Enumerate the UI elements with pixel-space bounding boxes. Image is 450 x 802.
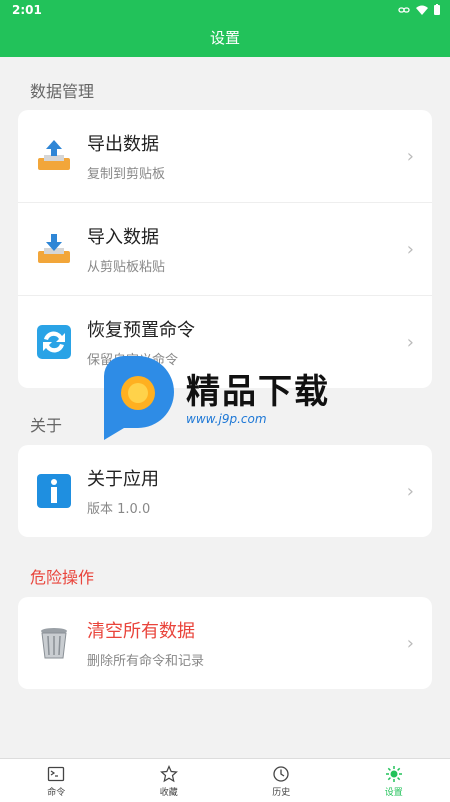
clear-title: 清空所有数据 bbox=[87, 617, 195, 643]
chevron-right-icon: › bbox=[407, 239, 414, 260]
section-title-danger: 危险操作 bbox=[30, 564, 94, 588]
nav-history-label: 历史 bbox=[272, 788, 290, 798]
nav-commands[interactable]: 命令 bbox=[0, 759, 113, 802]
export-icon bbox=[36, 138, 72, 174]
chevron-right-icon: › bbox=[407, 481, 414, 502]
trash-icon bbox=[36, 625, 72, 661]
status-bar: 2:01 bbox=[0, 0, 450, 20]
nav-settings[interactable]: 设置 bbox=[338, 759, 450, 802]
nav-favorites-label: 收藏 bbox=[160, 788, 178, 798]
terminal-icon bbox=[47, 765, 65, 783]
chevron-right-icon: › bbox=[407, 633, 414, 654]
section-title-about: 关于 bbox=[30, 412, 62, 436]
about-card: 关于应用 版本 1.0.0 › bbox=[18, 445, 432, 537]
import-subtitle: 从剪贴板粘贴 bbox=[87, 256, 165, 275]
nav-settings-label: 设置 bbox=[385, 788, 403, 798]
nav-commands-label: 命令 bbox=[47, 788, 65, 798]
refresh-icon bbox=[36, 324, 72, 360]
nav-history[interactable]: 历史 bbox=[225, 759, 338, 802]
app-version: 版本 1.0.0 bbox=[87, 498, 150, 517]
star-icon bbox=[160, 765, 178, 783]
watermark-text: 精品下载 bbox=[186, 364, 330, 413]
settings-icon bbox=[385, 765, 403, 783]
link-icon bbox=[398, 6, 410, 14]
section-title-data: 数据管理 bbox=[30, 78, 94, 102]
clear-data-item[interactable]: 清空所有数据 删除所有命令和记录 › bbox=[18, 597, 432, 689]
import-title: 导入数据 bbox=[87, 223, 159, 249]
app-bar: 设置 bbox=[0, 20, 450, 57]
nav-favorites[interactable]: 收藏 bbox=[113, 759, 226, 802]
about-app-item[interactable]: 关于应用 版本 1.0.0 › bbox=[18, 445, 432, 537]
restore-title: 恢复预置命令 bbox=[87, 316, 195, 342]
about-app-title: 关于应用 bbox=[87, 465, 159, 491]
battery-icon bbox=[434, 4, 440, 15]
data-management-card: 导出数据 复制到剪贴板 › 导入数据 从剪贴板粘贴 › 恢复预置命令 保留自定义… bbox=[18, 110, 432, 388]
import-icon bbox=[36, 231, 72, 267]
watermark-logo-icon bbox=[98, 356, 178, 442]
history-icon bbox=[272, 765, 290, 783]
status-time: 2:01 bbox=[12, 3, 42, 17]
info-icon bbox=[36, 473, 72, 509]
clear-subtitle: 删除所有命令和记录 bbox=[87, 650, 204, 669]
watermark-url: www.j9p.com bbox=[186, 412, 267, 426]
bottom-nav: 命令 收藏 历史 设置 bbox=[0, 758, 450, 802]
watermark: 精品下载 www.j9p.com bbox=[98, 356, 348, 442]
status-icons bbox=[398, 4, 440, 15]
wifi-icon bbox=[416, 5, 428, 15]
chevron-right-icon: › bbox=[407, 332, 414, 353]
page-title: 设置 bbox=[210, 29, 240, 47]
export-title: 导出数据 bbox=[87, 130, 159, 156]
export-data-item[interactable]: 导出数据 复制到剪贴板 › bbox=[18, 110, 432, 203]
import-data-item[interactable]: 导入数据 从剪贴板粘贴 › bbox=[18, 203, 432, 296]
export-subtitle: 复制到剪贴板 bbox=[87, 163, 165, 182]
chevron-right-icon: › bbox=[407, 146, 414, 167]
danger-card: 清空所有数据 删除所有命令和记录 › bbox=[18, 597, 432, 689]
